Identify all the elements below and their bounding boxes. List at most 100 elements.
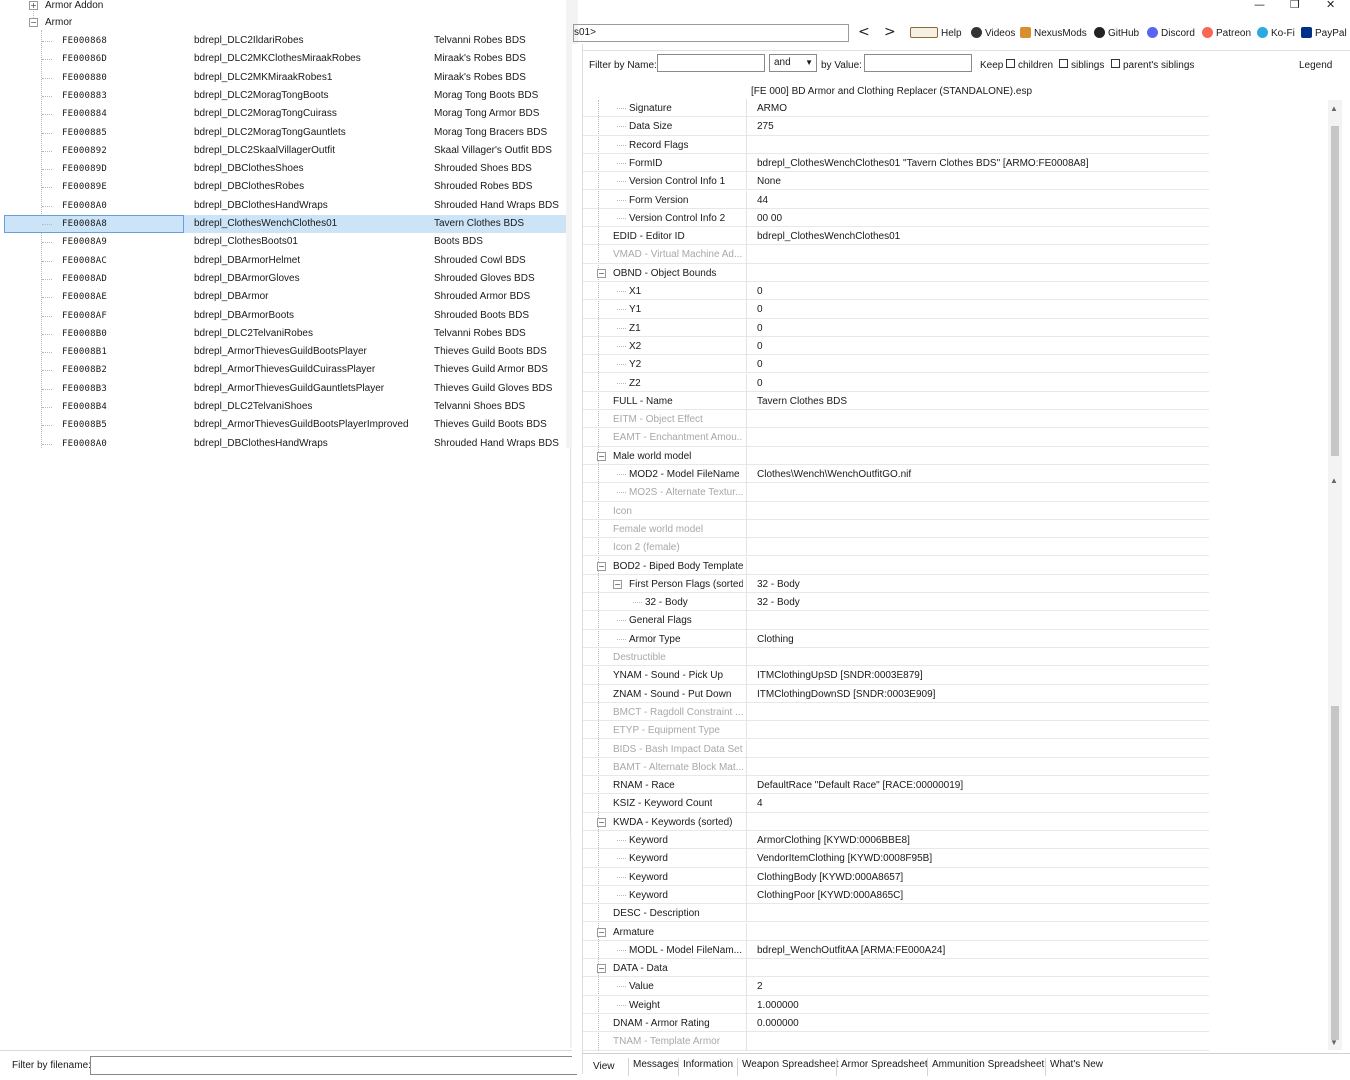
field-row[interactable]: BMCT - Ragdoll Constraint ... — [583, 702, 1209, 722]
field-row[interactable]: Armor Type Clothing — [583, 629, 1209, 648]
record-row[interactable]: FE0008AD bdrepl_DBArmorGloves Shrouded Glo… — [0, 270, 566, 288]
field-row[interactable]: X2 0 — [583, 336, 1209, 356]
field-row[interactable]: Destructible — [583, 648, 1209, 667]
field-value[interactable]: 4 — [757, 798, 763, 809]
field-row[interactable]: ETYP - Equipment Type — [583, 721, 1209, 740]
field-row[interactable]: RNAM - Race DefaultRace "Default Race" [R… — [583, 776, 1209, 795]
field-row[interactable]: Y2 0 — [583, 355, 1209, 374]
keep-children-checkbox[interactable] — [1006, 59, 1015, 68]
record-row[interactable]: FE0008A9 bdrepl_ClothesBoots01 Boots BDS — [0, 233, 566, 251]
tree-node-armor-addon[interactable]: Armor Addon — [45, 0, 103, 15]
record-row[interactable]: FE00086D bdrepl_DLC2MKClothesMiraakRobes M… — [0, 50, 566, 68]
record-row[interactable]: FE0008B1 bdrepl_ArmorThievesGuildBootsPla… — [0, 343, 566, 361]
field-row[interactable]: Keyword ArmorClothing [KYWD:0006BBE8] — [583, 831, 1209, 850]
field-row[interactable]: MODL - Model FileNam... bdrepl_WenchOutfi… — [583, 940, 1209, 960]
field-row[interactable]: − DATA - Data — [583, 959, 1209, 978]
field-row[interactable]: YNAM - Sound - Pick Up ITMClothingUpSD [S… — [583, 666, 1209, 685]
field-value[interactable]: ClothingPoor [KYWD:000A865C] — [757, 890, 903, 901]
field-value[interactable]: None — [757, 176, 781, 187]
field-value[interactable]: Clothing — [757, 634, 794, 645]
field-value[interactable]: 0 — [757, 341, 763, 352]
field-row[interactable]: EAMT - Enchantment Amou... — [583, 428, 1209, 447]
field-row[interactable]: Icon — [583, 501, 1209, 520]
field-row[interactable]: Version Control Info 1 None — [583, 172, 1209, 191]
filter-value-input[interactable] — [864, 54, 972, 72]
tree-node-armor[interactable]: Armor — [45, 14, 72, 32]
field-row[interactable]: TNAM - Template Armor — [583, 1032, 1209, 1051]
record-row[interactable]: FE000868 bdrepl_DLC2IldariRobes Telvanni R… — [0, 32, 566, 50]
videos-button[interactable]: Videos — [971, 27, 1015, 40]
record-row[interactable]: FE0008AE bdrepl_DBArmor Shrouded Armor BDS — [0, 288, 566, 306]
field-value[interactable]: ARMO — [757, 103, 787, 114]
collapse-armor-icon[interactable]: − — [29, 18, 38, 27]
record-row[interactable]: FE0008A0 bdrepl_DBClothesHandWraps Shroude… — [0, 197, 566, 215]
field-value[interactable]: Clothes\Wench\WenchOutfitGO.nif — [757, 469, 911, 480]
field-row[interactable]: EITM - Object Effect — [583, 410, 1209, 429]
field-value[interactable]: ITMClothingUpSD [SNDR:0003E879] — [757, 670, 923, 681]
field-row[interactable]: − Armature — [583, 922, 1209, 941]
field-value[interactable]: bdrepl_ClothesWenchClothes01 "Tavern Clo… — [757, 158, 1089, 169]
record-row[interactable]: FE00089D bdrepl_DBClothesShoes Shrouded Sh… — [0, 160, 566, 178]
record-row[interactable]: FE0008A8 bdrepl_ClothesWenchClothes01 Tave… — [0, 215, 566, 233]
collapse-node-icon[interactable]: − — [613, 579, 622, 589]
field-value[interactable]: 275 — [757, 121, 774, 132]
field-value[interactable]: 1.000000 — [757, 1000, 799, 1011]
filename-filter-input[interactable] — [90, 1056, 577, 1075]
record-row[interactable]: FE000892 bdrepl_DLC2SkaalVillagerOutfit Sk… — [0, 142, 566, 160]
field-row[interactable]: Keyword ClothingPoor [KYWD:000A865C] — [583, 885, 1209, 905]
filter-operator-select[interactable]: and ▼ — [769, 54, 817, 72]
collapse-node-icon[interactable]: − — [597, 268, 606, 278]
filter-name-input[interactable] — [657, 54, 765, 72]
field-row[interactable]: VMAD - Virtual Machine Ad... — [583, 245, 1209, 264]
field-row[interactable]: X1 0 — [583, 282, 1209, 301]
field-value[interactable]: 44 — [757, 195, 768, 206]
field-row[interactable]: Weight 1.000000 — [583, 995, 1209, 1014]
field-row[interactable]: Female world model — [583, 519, 1209, 539]
field-value[interactable]: Tavern Clothes BDS — [757, 396, 847, 407]
field-row[interactable]: Form Version 44 — [583, 190, 1209, 209]
record-row[interactable]: FE0008AC bdrepl_DBArmorHelmet Shrouded Cow… — [0, 252, 566, 270]
field-value[interactable]: 0 — [757, 304, 763, 315]
field-value[interactable]: ITMClothingDownSD [SNDR:0003E909] — [757, 689, 935, 700]
field-row[interactable]: FULL - Name Tavern Clothes BDS — [583, 391, 1209, 411]
field-row[interactable]: − OBND - Object Bounds — [583, 263, 1209, 282]
tab-information[interactable]: Information — [678, 1058, 733, 1076]
field-row[interactable]: − First Person Flags (sorted) 32 - Body — [583, 574, 1209, 594]
kofi-button[interactable]: Ko-Fi — [1257, 27, 1295, 40]
scroll-up-icon[interactable]: ▲ — [1330, 104, 1338, 113]
field-value[interactable]: bdrepl_WenchOutfitAA [ARMA:FE000A24] — [757, 945, 945, 956]
field-value[interactable]: ArmorClothing [KYWD:0006BBE8] — [757, 835, 910, 846]
field-row[interactable]: 32 - Body 32 - Body — [583, 593, 1209, 612]
keep-siblings-checkbox[interactable] — [1059, 59, 1068, 68]
field-value[interactable]: 0 — [757, 286, 763, 297]
scrollbar-thumb[interactable] — [1331, 126, 1339, 456]
field-row[interactable]: − BOD2 - Biped Body Template — [583, 556, 1209, 575]
collapse-node-icon[interactable]: − — [597, 561, 606, 571]
field-row[interactable]: MO2S - Alternate Textur... — [583, 483, 1209, 502]
field-row[interactable]: Z2 0 — [583, 373, 1209, 392]
field-row[interactable]: FormID bdrepl_ClothesWenchClothes01 "Tave… — [583, 153, 1209, 173]
record-row[interactable]: FE0008A0 bdrepl_DBClothesHandWraps Shroude… — [0, 435, 566, 448]
field-value[interactable]: 0 — [757, 378, 763, 389]
field-row[interactable]: − KWDA - Keywords (sorted) — [583, 812, 1209, 831]
tab-what-s-new[interactable]: What's New — [1045, 1058, 1103, 1076]
field-row[interactable]: Icon 2 (female) — [583, 538, 1209, 557]
tab-ammunition-spreadsheet[interactable]: Ammunition Spreadsheet — [927, 1058, 1044, 1076]
field-row[interactable]: KSIZ - Keyword Count 4 — [583, 794, 1209, 813]
collapse-node-icon[interactable]: − — [597, 964, 606, 974]
field-value[interactable]: 00 00 — [757, 213, 782, 224]
nexusmods-button[interactable]: NexusMods — [1020, 27, 1087, 40]
record-row[interactable]: FE0008B2 bdrepl_ArmorThievesGuildCuirassP… — [0, 361, 566, 379]
back-button[interactable]: < — [858, 25, 870, 39]
patreon-button[interactable]: Patreon — [1202, 27, 1251, 40]
record-row[interactable]: FE0008B4 bdrepl_DLC2TelvaniShoes Telvanni … — [0, 398, 566, 416]
field-row[interactable]: Keyword VendorItemClothing [KYWD:0008F95B… — [583, 849, 1209, 868]
field-value[interactable]: 0 — [757, 359, 763, 370]
field-value[interactable]: VendorItemClothing [KYWD:0008F95B] — [757, 853, 932, 864]
field-value[interactable]: 0 — [757, 323, 763, 334]
field-value[interactable]: DefaultRace "Default Race" [RACE:0000001… — [757, 780, 963, 791]
field-row[interactable]: Data Size 275 — [583, 117, 1209, 136]
tab-armor-spreadsheet[interactable]: Armor Spreadsheet — [836, 1058, 928, 1076]
record-row[interactable]: FE0008B3 bdrepl_ArmorThievesGuildGauntlet… — [0, 380, 566, 398]
forward-button[interactable]: > — [884, 25, 896, 39]
